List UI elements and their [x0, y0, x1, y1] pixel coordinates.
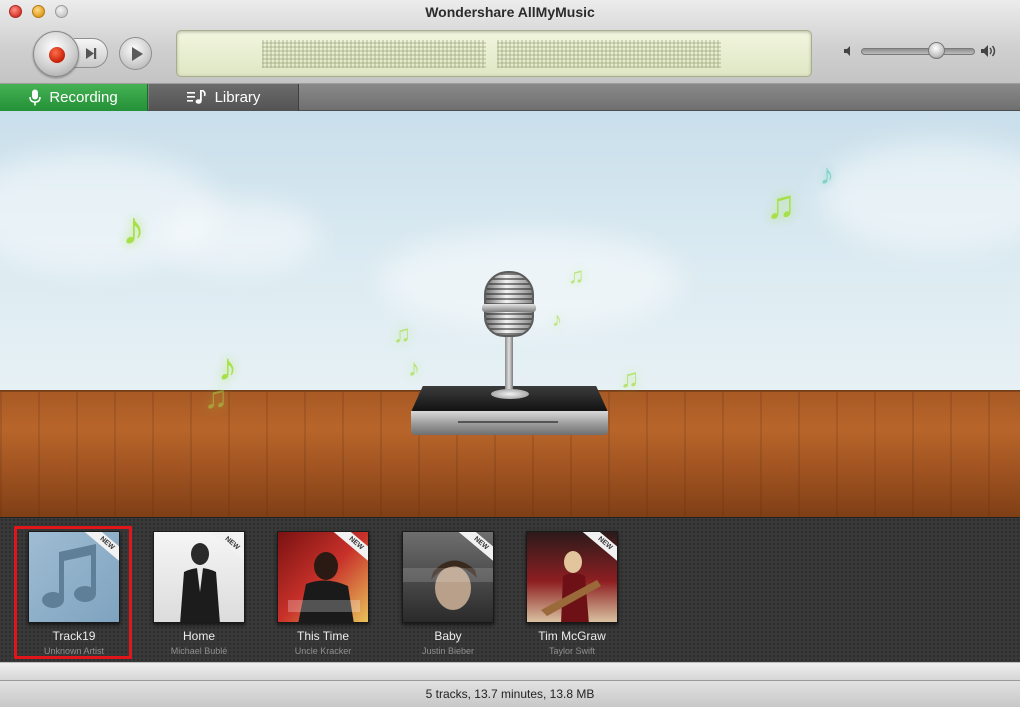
- music-note-icon: ♫: [393, 321, 411, 348]
- tab-bar: Recording Library: [0, 84, 1020, 111]
- volume-slider[interactable]: [861, 48, 975, 55]
- music-note-icon: ♪: [122, 202, 145, 254]
- track-title: This Time: [296, 629, 349, 643]
- tab-library[interactable]: Library: [149, 84, 299, 111]
- album-cover[interactable]: NEW: [526, 531, 618, 623]
- play-button[interactable]: [119, 37, 152, 70]
- music-note-icon: ♫: [620, 363, 640, 393]
- tab-library-label: Library: [214, 89, 261, 106]
- music-note-icon: ♪: [408, 355, 420, 382]
- track-artist: Justin Bieber: [421, 646, 475, 656]
- tab-recording-label: Recording: [49, 89, 118, 106]
- track-artist: Michael Bublé: [170, 646, 228, 656]
- volume-high-icon: [981, 45, 996, 57]
- skip-forward-button[interactable]: [74, 38, 108, 68]
- library-summary: 5 tracks, 13.7 minutes, 13.8 MB: [425, 687, 595, 701]
- record-button[interactable]: [33, 31, 79, 77]
- music-note-icon: ♫: [204, 379, 228, 415]
- track-item[interactable]: NEW Track19 Unknown Artist: [14, 526, 132, 659]
- window-title: Wondershare AllMyMusic: [425, 4, 595, 20]
- volume-low-icon: [844, 46, 850, 56]
- album-cover[interactable]: NEW: [153, 531, 245, 623]
- play-icon: [132, 47, 143, 61]
- recording-stage: ♪ ♫ ♪ ♫ ♪ ♫ ♪ ♫ ♪ ♫: [0, 111, 1020, 517]
- microphone-band: [482, 304, 536, 312]
- volume-slider-knob[interactable]: [928, 42, 946, 59]
- toolbar: Wondershare AllMyMusic: [0, 0, 1020, 84]
- lcd-segment-left: [262, 40, 486, 68]
- track-title: Home: [182, 629, 215, 643]
- track-artist: Uncle Kracker: [294, 646, 352, 656]
- music-note-icon: ♪: [820, 159, 834, 190]
- tab-recording[interactable]: Recording: [0, 84, 148, 111]
- album-cover[interactable]: NEW: [277, 531, 369, 623]
- skip-forward-icon: [86, 48, 97, 59]
- album-cover[interactable]: NEW: [402, 531, 494, 623]
- music-note-icon: ♫: [766, 183, 796, 227]
- track-item[interactable]: NEW Baby Justin Bieber: [390, 528, 500, 658]
- recorded-tracks-shelf: NEW Track19 Unknown Artist NEW Home Mich…: [0, 517, 1020, 662]
- track-item[interactable]: NEW Tim McGraw Taylor Swift: [514, 528, 624, 658]
- track-title: Track19: [52, 629, 96, 643]
- shelf-scrollbar[interactable]: [0, 662, 1020, 680]
- microphone-stand: [505, 336, 513, 391]
- track-artist: Unknown Artist: [43, 646, 105, 656]
- track-artist: Taylor Swift: [548, 646, 595, 656]
- lcd-display: [176, 30, 812, 77]
- music-note-icon: ♫: [568, 263, 585, 288]
- status-bar: 5 tracks, 13.7 minutes, 13.8 MB: [0, 680, 1020, 707]
- track-title: Tim McGraw: [538, 629, 606, 643]
- track-item[interactable]: NEW This Time Uncle Kracker: [265, 528, 375, 658]
- music-list-icon: [186, 90, 206, 104]
- microphone-collar: [491, 389, 529, 399]
- lcd-segment-right: [497, 40, 721, 68]
- microphone-icon: [29, 89, 42, 106]
- album-cover[interactable]: NEW: [28, 531, 120, 623]
- track-title: Baby: [434, 629, 462, 643]
- track-item[interactable]: NEW Home Michael Bublé: [141, 528, 251, 658]
- music-note-icon: ♪: [552, 309, 562, 331]
